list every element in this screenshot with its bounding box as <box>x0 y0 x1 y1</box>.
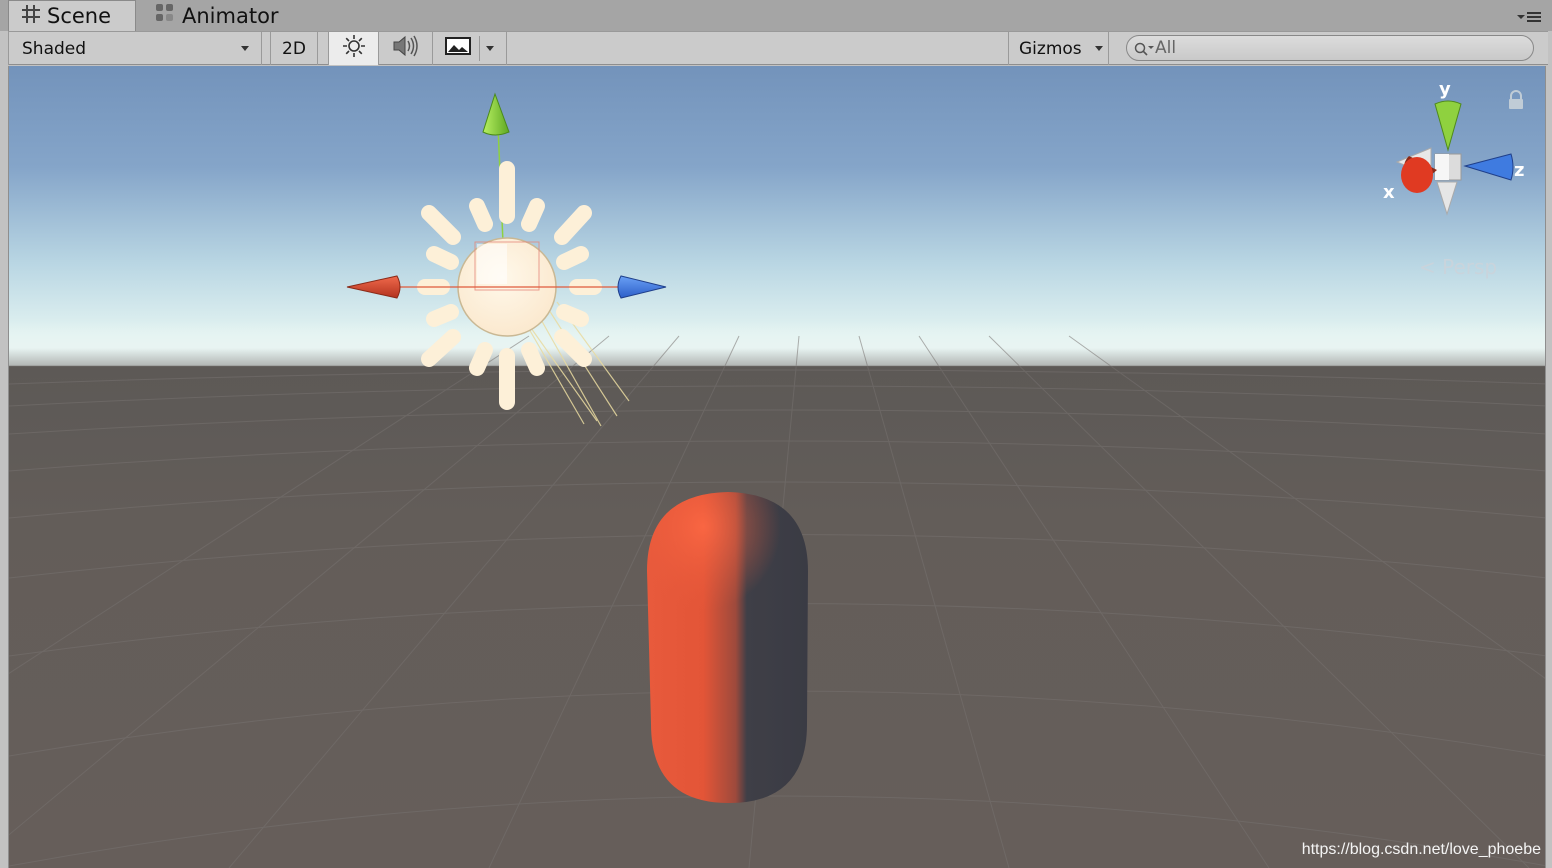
tab-animator[interactable]: Animator <box>148 0 308 31</box>
lock-icon[interactable] <box>1507 90 1525 114</box>
chevron-left-icon: < <box>1419 255 1443 279</box>
scene-audio-toggle[interactable] <box>379 32 433 65</box>
scene-effects-dropdown[interactable] <box>433 32 507 65</box>
capsule-object[interactable] <box>647 492 808 804</box>
search-icon[interactable] <box>1134 41 1156 62</box>
scene-lighting-toggle[interactable] <box>328 32 379 65</box>
speaker-icon <box>391 34 421 63</box>
shading-mode-dropdown[interactable]: Shaded <box>8 32 262 65</box>
projection-label: Persp <box>1442 255 1498 279</box>
search-value: All <box>1155 38 1177 58</box>
scene-toolbar: Shaded 2D Gizmos All <box>8 31 1548 65</box>
toggle-2d-label: 2D <box>282 38 306 59</box>
gizmos-label: Gizmos <box>1019 38 1082 59</box>
panel-menu-icon[interactable] <box>1516 8 1542 26</box>
gizmos-dropdown[interactable]: Gizmos <box>1008 32 1109 65</box>
chevron-down-icon <box>241 46 249 51</box>
tab-strip: Scene Animator <box>0 0 1552 31</box>
sun-icon <box>342 34 366 63</box>
shading-mode-label: Shaded <box>22 38 87 59</box>
grid-hash-icon <box>21 4 41 29</box>
toggle-2d-button[interactable]: 2D <box>270 32 318 65</box>
hierarchy-search-input[interactable]: All <box>1126 35 1534 61</box>
image-effects-icon <box>445 36 471 61</box>
chevron-down-icon[interactable] <box>486 46 494 51</box>
tab-scene[interactable]: Scene <box>8 0 136 31</box>
chevron-down-icon <box>1095 46 1103 51</box>
scene-viewport[interactable]: y z x < Persp https://blog.csdn.net/love… <box>8 66 1546 868</box>
axis-z-label[interactable]: z <box>1514 160 1524 181</box>
divider <box>479 36 480 61</box>
watermark: https://blog.csdn.net/love_phoebe <box>1301 841 1541 858</box>
animator-nodes-icon <box>154 2 176 29</box>
axis-y-label[interactable]: y <box>1439 79 1451 100</box>
directional-light-gizmo[interactable] <box>346 92 667 427</box>
axis-x-label[interactable]: x <box>1383 182 1395 203</box>
projection-toggle[interactable]: < Persp <box>1419 255 1497 279</box>
tab-scene-label: Scene <box>47 4 112 28</box>
tab-animator-label: Animator <box>182 3 279 28</box>
